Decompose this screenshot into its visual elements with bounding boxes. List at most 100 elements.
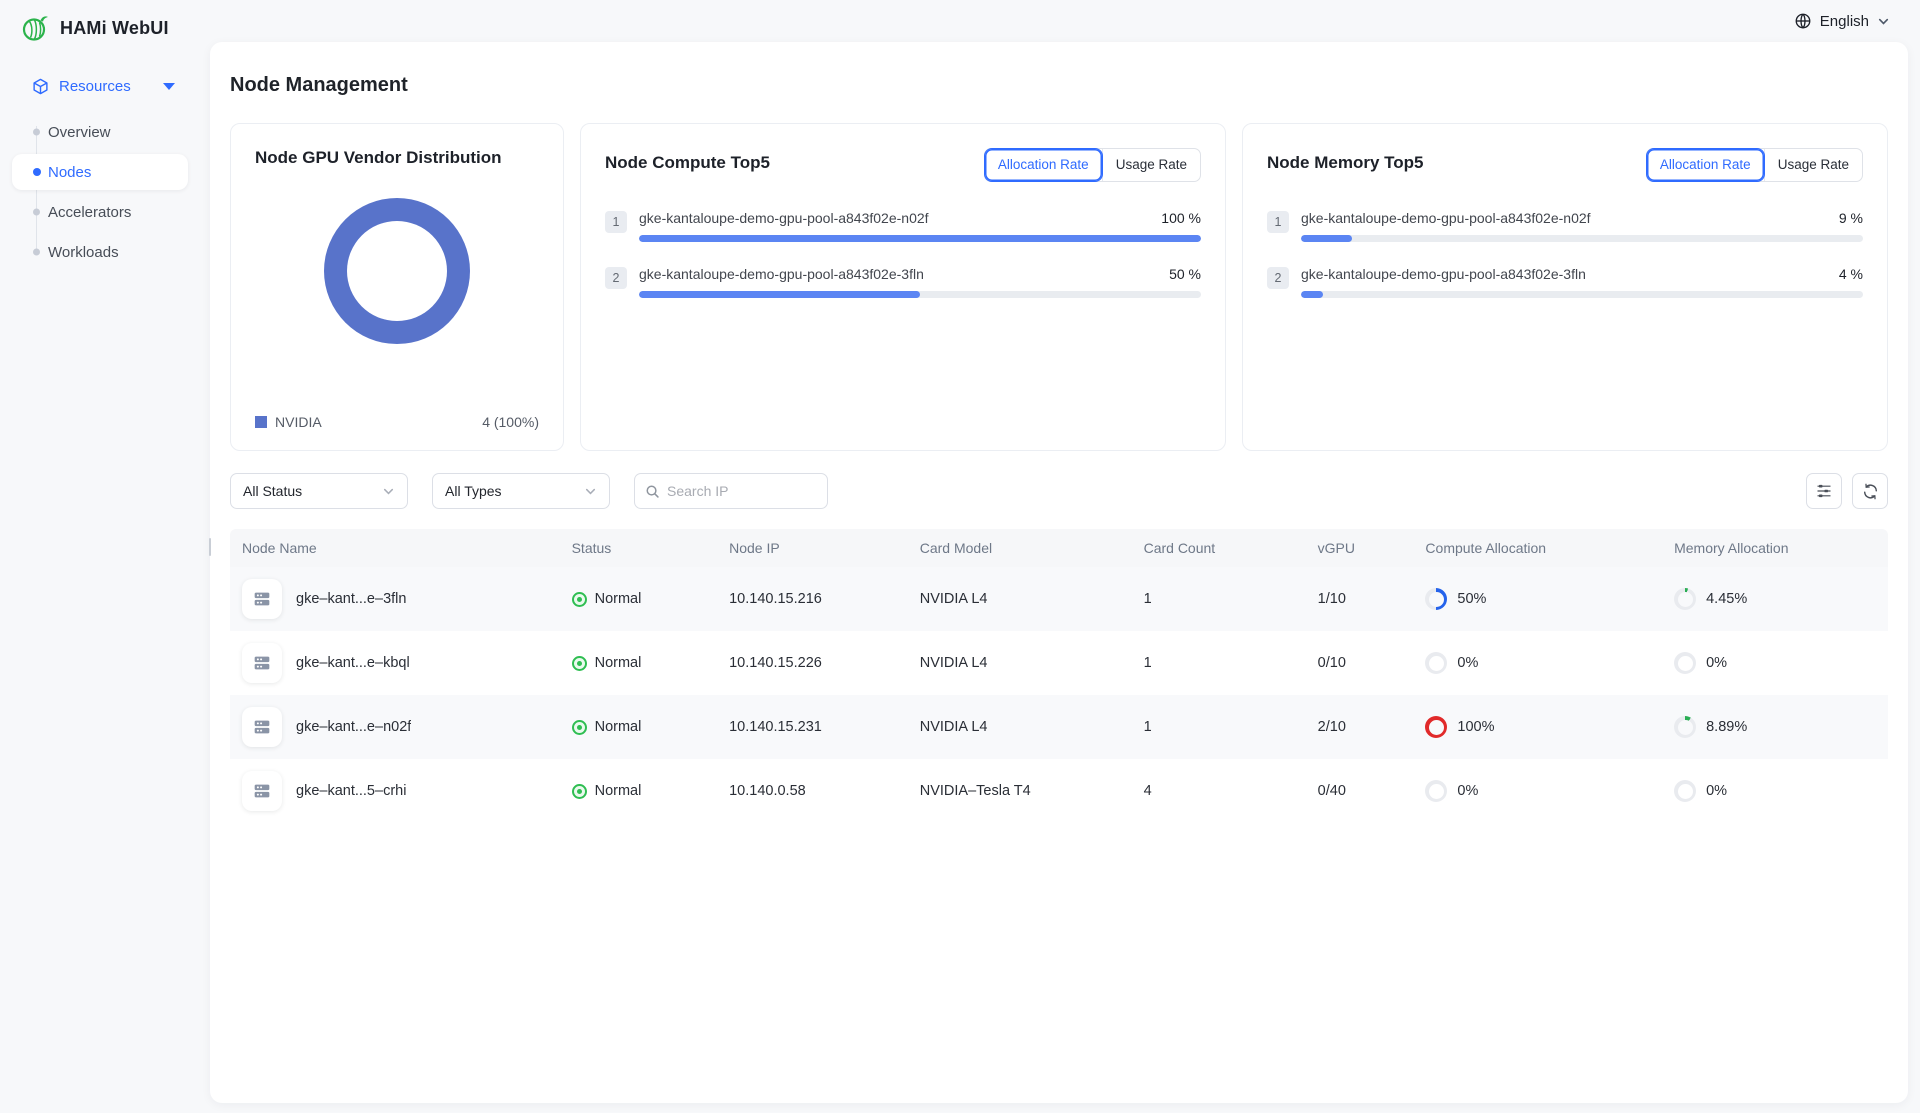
chevron-down-icon xyxy=(163,83,175,90)
status-dot-icon xyxy=(572,656,587,671)
compute-top5-card: Node Compute Top5 Allocation Rate Usage … xyxy=(580,123,1226,451)
list-item: 2 gke-kantaloupe-demo-gpu-pool-a843f02e-… xyxy=(605,266,1201,298)
vendor-distribution-card: Node GPU Vendor Distribution NVIDIA 4 (1… xyxy=(230,123,564,451)
sidebar-item-overview[interactable]: Overview xyxy=(0,112,210,152)
col-node-ip: Node IP xyxy=(719,540,910,556)
status-filter-select[interactable]: All Status xyxy=(230,473,408,509)
percent-value: 4 % xyxy=(1827,266,1863,282)
column-settings-icon xyxy=(1816,483,1832,499)
filter-toolbar: All Status All Types xyxy=(230,473,1888,509)
node-name-link[interactable]: gke–kant...5–crhi xyxy=(296,783,406,799)
col-compute-allocation: Compute Allocation xyxy=(1415,540,1664,556)
memory-allocation-value: 4.45% xyxy=(1706,591,1747,607)
server-icon xyxy=(242,579,282,619)
legend-label: NVIDIA xyxy=(275,414,322,430)
progress-fill xyxy=(639,291,920,298)
vendor-donut-wrap xyxy=(255,198,539,344)
sidebar-item-accelerators[interactable]: Accelerators xyxy=(0,192,210,232)
panel-resize-handle[interactable] xyxy=(209,538,211,556)
col-card-count: Card Count xyxy=(1134,540,1308,556)
sidebar: HAMi WebUI Resources Overview xyxy=(0,0,210,1113)
card-count: 1 xyxy=(1134,655,1308,671)
table-row[interactable]: gke–kant...e–kbql Normal 10.140.15.226 N… xyxy=(230,631,1888,695)
progress-fill xyxy=(1301,291,1323,298)
memory-card-head: Node Memory Top5 Allocation Rate Usage R… xyxy=(1267,148,1863,182)
allocation-rate-button[interactable]: Allocation Rate xyxy=(1647,149,1764,181)
column-settings-button[interactable] xyxy=(1806,473,1842,509)
sidebar-item-label: Overview xyxy=(48,124,111,141)
table-row[interactable]: gke–kant...5–crhi Normal 10.140.0.58 NVI… xyxy=(230,759,1888,823)
table-header: Node Name Status Node IP Card Model Card… xyxy=(230,529,1888,567)
status-dot-icon xyxy=(572,592,587,607)
memory-allocation-value: 8.89% xyxy=(1706,719,1747,735)
node-ip: 10.140.15.226 xyxy=(719,655,910,671)
rank-badge: 1 xyxy=(605,211,627,233)
memory-top5-card: Node Memory Top5 Allocation Rate Usage R… xyxy=(1242,123,1888,451)
memory-allocation-ring xyxy=(1674,716,1696,738)
compute-rate-toggle: Allocation Rate Usage Rate xyxy=(984,148,1201,182)
percent-value: 100 % xyxy=(1149,210,1201,226)
refresh-button[interactable] xyxy=(1852,473,1888,509)
vgpu-value: 2/10 xyxy=(1308,719,1416,735)
vgpu-value: 1/10 xyxy=(1308,591,1416,607)
list-item-body: gke-kantaloupe-demo-gpu-pool-a843f02e-3f… xyxy=(639,266,1201,298)
node-name-text: gke-kantaloupe-demo-gpu-pool-a843f02e-n0… xyxy=(1301,210,1591,226)
card-model: NVIDIA L4 xyxy=(910,655,1134,671)
list-item-body: gke-kantaloupe-demo-gpu-pool-a843f02e-n0… xyxy=(639,210,1201,242)
usage-rate-button[interactable]: Usage Rate xyxy=(1764,149,1862,181)
node-name-text: gke-kantaloupe-demo-gpu-pool-a843f02e-n0… xyxy=(639,210,929,226)
list-item: 2 gke-kantaloupe-demo-gpu-pool-a843f02e-… xyxy=(1267,266,1863,298)
percent-value: 9 % xyxy=(1827,210,1863,226)
legend-swatch xyxy=(255,416,267,428)
node-name-link[interactable]: gke–kant...e–n02f xyxy=(296,719,411,735)
usage-rate-button[interactable]: Usage Rate xyxy=(1102,149,1200,181)
status-badge: Normal xyxy=(595,719,642,735)
server-icon xyxy=(242,643,282,683)
progress-track xyxy=(1301,291,1863,298)
status-filter-value: All Status xyxy=(243,483,302,499)
status-badge: Normal xyxy=(595,591,642,607)
stat-cards-row: Node GPU Vendor Distribution NVIDIA 4 (1… xyxy=(230,123,1888,451)
language-selector[interactable]: English xyxy=(1794,12,1890,30)
sidebar-menu: Resources Overview Nodes Accelerators xyxy=(0,68,210,272)
sidebar-section-label: Resources xyxy=(59,78,131,95)
progress-track xyxy=(639,235,1201,242)
compute-allocation-value: 50% xyxy=(1457,591,1486,607)
col-status: Status xyxy=(562,540,720,556)
col-node-name: Node Name xyxy=(230,540,562,556)
table-row[interactable]: gke–kant...e–3fln Normal 10.140.15.216 N… xyxy=(230,567,1888,631)
topbar: English xyxy=(210,0,1920,42)
brand: HAMi WebUI xyxy=(0,8,210,44)
card-count: 1 xyxy=(1134,719,1308,735)
progress-fill xyxy=(639,235,1201,242)
sidebar-section-resources[interactable]: Resources xyxy=(0,68,210,104)
status-dot-icon xyxy=(572,720,587,735)
node-name-link[interactable]: gke–kant...e–kbql xyxy=(296,655,410,671)
memory-allocation-value: 0% xyxy=(1706,783,1727,799)
sidebar-item-workloads[interactable]: Workloads xyxy=(0,232,210,272)
rank-badge: 2 xyxy=(1267,267,1289,289)
app-title: HAMi WebUI xyxy=(60,18,169,39)
tree-dot-icon xyxy=(33,129,40,136)
compute-top5-list: 1 gke-kantaloupe-demo-gpu-pool-a843f02e-… xyxy=(605,210,1201,298)
sidebar-tree: Overview Nodes Accelerators Workloads xyxy=(0,112,210,272)
search-ip-input[interactable] xyxy=(667,483,817,499)
compute-card-head: Node Compute Top5 Allocation Rate Usage … xyxy=(605,148,1201,182)
node-ip: 10.140.15.216 xyxy=(719,591,910,607)
type-filter-select[interactable]: All Types xyxy=(432,473,610,509)
table-row[interactable]: gke–kant...e–n02f Normal 10.140.15.231 N… xyxy=(230,695,1888,759)
memory-top5-list: 1 gke-kantaloupe-demo-gpu-pool-a843f02e-… xyxy=(1267,210,1863,298)
list-item-body: gke-kantaloupe-demo-gpu-pool-a843f02e-n0… xyxy=(1301,210,1863,242)
status-dot-icon xyxy=(572,784,587,799)
allocation-rate-button[interactable]: Allocation Rate xyxy=(985,149,1102,181)
sidebar-item-nodes[interactable]: Nodes xyxy=(0,152,210,192)
memory-allocation-value: 0% xyxy=(1706,655,1727,671)
compute-card-title: Node Compute Top5 xyxy=(605,148,770,173)
tree-dot-icon xyxy=(33,209,40,216)
compute-allocation-value: 0% xyxy=(1457,655,1478,671)
col-card-model: Card Model xyxy=(910,540,1134,556)
refresh-icon xyxy=(1862,483,1879,500)
search-ip-box xyxy=(634,473,828,509)
col-vgpu: vGPU xyxy=(1308,540,1416,556)
node-name-link[interactable]: gke–kant...e–3fln xyxy=(296,591,406,607)
